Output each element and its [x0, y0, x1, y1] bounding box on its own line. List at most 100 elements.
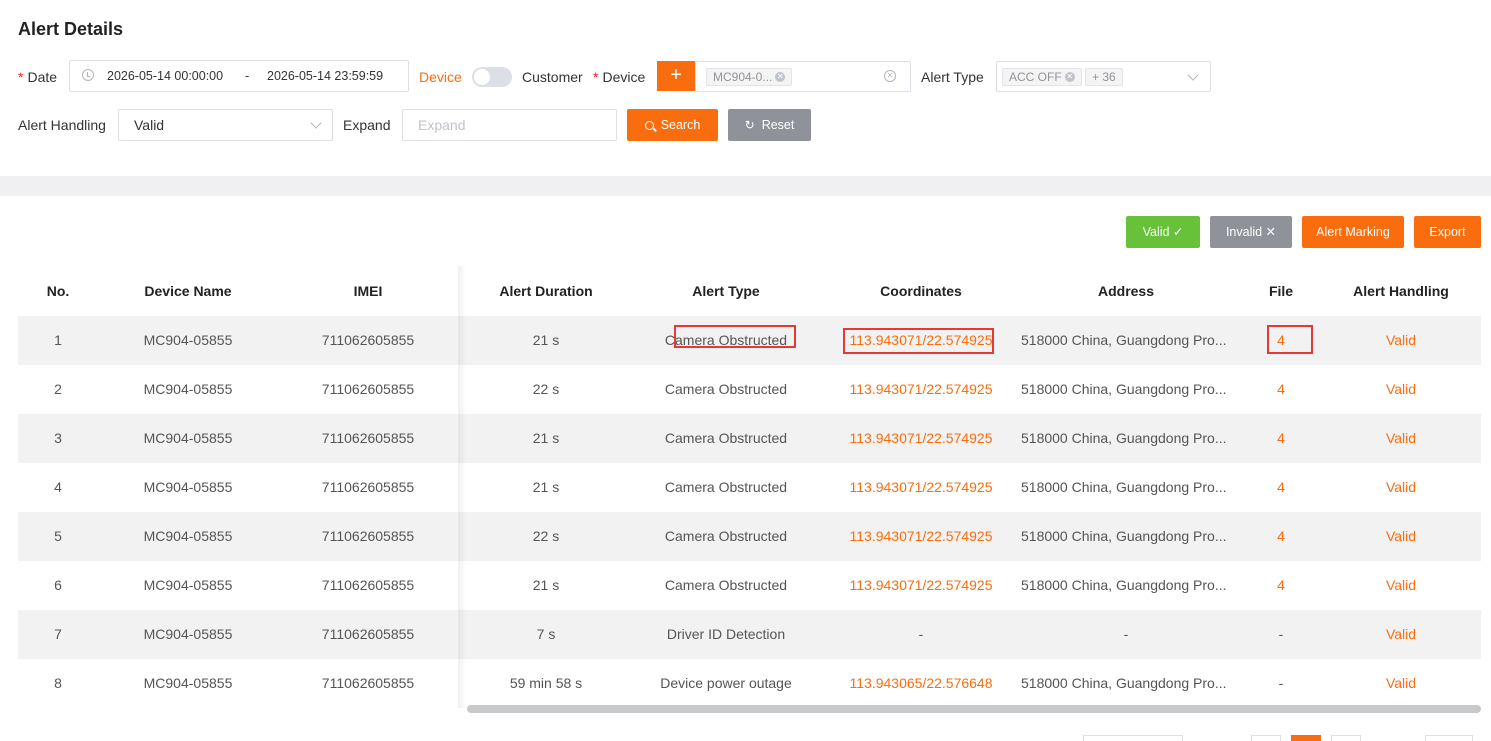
- page-size-select[interactable]: [1083, 735, 1183, 741]
- cell-coordinates[interactable]: 113.943071/22.574925: [841, 479, 1001, 495]
- page-jump-input[interactable]: [1425, 735, 1473, 741]
- cell-imei: 711062605855: [321, 479, 415, 495]
- device-select[interactable]: MC904-0... ✕ ✕: [695, 61, 911, 92]
- alert-marking-button[interactable]: Alert Marking: [1302, 216, 1404, 248]
- remove-tag-icon[interactable]: ✕: [1064, 71, 1075, 82]
- search-button[interactable]: Search: [627, 109, 718, 141]
- highlight-box: [674, 325, 796, 348]
- cell-imei: 711062605855: [321, 577, 415, 593]
- reset-button[interactable]: ↻ Reset: [728, 109, 811, 141]
- table-row[interactable]: 6 MC904-05855 711062605855 21 s Camera Obstr…: [18, 561, 1481, 610]
- page-button[interactable]: [1331, 735, 1361, 741]
- expand-label: Expand: [343, 117, 391, 133]
- column-header: IMEI: [353, 283, 383, 299]
- horizontal-scrollbar[interactable]: [467, 705, 1481, 713]
- cell-coordinates[interactable]: 113.943065/22.576648: [841, 675, 1001, 691]
- cell-file[interactable]: 4: [1241, 577, 1321, 593]
- refresh-icon: ↻: [744, 118, 755, 132]
- date-end[interactable]: 2026-05-14 23:59:59: [267, 69, 383, 83]
- cell-alert-handling[interactable]: Valid: [1341, 675, 1461, 691]
- expand-input[interactable]: Expand: [402, 109, 617, 141]
- column-header: File: [1268, 283, 1294, 299]
- cell-alert-handling[interactable]: Valid: [1341, 577, 1461, 593]
- column-header: Device Name: [144, 283, 232, 299]
- fixed-column-shadow: [458, 266, 466, 708]
- cell-address: 518000 China, Guangdong Pro...: [1021, 430, 1227, 446]
- alert-type-select[interactable]: ACC OFF ✕ + 36: [996, 61, 1211, 92]
- cell-alert-handling[interactable]: Valid: [1341, 430, 1461, 446]
- cell-coordinates: -: [918, 626, 924, 642]
- cell-alert-duration: 59 min 58 s: [509, 675, 583, 691]
- date-range-picker[interactable]: 2026-05-14 00:00:00 - 2026-05-14 23:59:5…: [69, 60, 409, 92]
- cell-alert-type: Camera Obstructed: [664, 479, 788, 495]
- cell-no: 8: [54, 675, 62, 691]
- device-tag: MC904-0... ✕: [706, 68, 793, 86]
- cell-no: 1: [54, 332, 62, 348]
- alert-type-tag: ACC OFF ✕: [1002, 68, 1082, 86]
- export-button[interactable]: Export: [1414, 216, 1481, 248]
- alert-handling-select[interactable]: Valid: [118, 109, 333, 141]
- filter-panel: Alert Details Date 2026-05-14 00:00:00 -…: [0, 0, 1491, 176]
- cell-coordinates[interactable]: 113.943071/22.574925: [841, 528, 1001, 544]
- cell-coordinates[interactable]: 113.943071/22.574925: [841, 381, 1001, 397]
- column-header: Alert Duration: [499, 283, 593, 299]
- cell-file[interactable]: 4: [1241, 381, 1321, 397]
- cell-device-name: MC904-05855: [143, 381, 233, 397]
- cell-file[interactable]: 4: [1241, 528, 1321, 544]
- cell-file[interactable]: 4: [1241, 479, 1321, 495]
- cell-no: 6: [54, 577, 62, 593]
- cell-alert-type: Device power outage: [660, 675, 792, 691]
- cell-alert-handling[interactable]: Valid: [1341, 332, 1461, 348]
- cell-coordinates[interactable]: 113.943071/22.574925: [841, 430, 1001, 446]
- chevron-down-icon: [1187, 69, 1199, 81]
- date-separator: -: [245, 69, 250, 83]
- table-row[interactable]: 8 MC904-05855 711062605855 59 min 58 s Devic…: [18, 659, 1481, 708]
- cell-file[interactable]: 4: [1241, 430, 1321, 446]
- cell-device-name: MC904-05855: [143, 626, 233, 642]
- cell-device-name: MC904-05855: [143, 332, 233, 348]
- highlight-box: [843, 328, 994, 354]
- cell-imei: 711062605855: [321, 675, 415, 691]
- table-row[interactable]: 4 MC904-05855 711062605855 21 s Camera Obstr…: [18, 463, 1481, 512]
- alert-type-label: Alert Type: [921, 69, 984, 85]
- cell-device-name: MC904-05855: [143, 430, 233, 446]
- add-device-button[interactable]: +: [657, 61, 695, 91]
- cell-device-name: MC904-05855: [143, 528, 233, 544]
- mark-valid-button[interactable]: Valid ✓: [1126, 216, 1200, 248]
- table-row[interactable]: 2 MC904-05855 711062605855 22 s Camera Obstr…: [18, 365, 1481, 414]
- cell-alert-type: Camera Obstructed: [664, 381, 788, 397]
- toggle-device-label[interactable]: Device: [419, 69, 462, 85]
- cell-alert-handling[interactable]: Valid: [1341, 626, 1461, 642]
- clear-icon[interactable]: ✕: [884, 70, 896, 82]
- cell-device-name: MC904-05855: [143, 577, 233, 593]
- column-header: No.: [46, 283, 70, 299]
- alert-type-more-tag: + 36: [1085, 68, 1123, 86]
- table-header: No. Device Name IMEI Alert Duration Aler…: [18, 266, 1481, 316]
- highlight-box: [1267, 325, 1313, 354]
- cell-alert-handling[interactable]: Valid: [1341, 381, 1461, 397]
- column-header: Alert Handling: [1353, 283, 1449, 299]
- cell-alert-handling[interactable]: Valid: [1341, 479, 1461, 495]
- table-row[interactable]: 7 MC904-05855 711062605855 7 s Driver ID Det…: [18, 610, 1481, 659]
- remove-tag-icon[interactable]: ✕: [775, 71, 786, 82]
- cell-address: 518000 China, Guangdong Pro...: [1021, 479, 1227, 495]
- cell-alert-duration: 21 s: [532, 332, 560, 348]
- mark-invalid-button[interactable]: Invalid ✕: [1210, 216, 1292, 248]
- table-row[interactable]: 3 MC904-05855 711062605855 21 s Camera Obstr…: [18, 414, 1481, 463]
- chevron-down-icon: [310, 117, 322, 129]
- current-page-button[interactable]: [1291, 735, 1321, 741]
- cell-coordinates[interactable]: 113.943071/22.574925: [841, 577, 1001, 593]
- cell-alert-duration: 7 s: [536, 626, 556, 642]
- alert-handling-value: Valid: [134, 117, 165, 133]
- table-row[interactable]: 5 MC904-05855 711062605855 22 s Camera Obstr…: [18, 512, 1481, 561]
- prev-page-button[interactable]: [1251, 735, 1281, 741]
- cell-imei: 711062605855: [321, 626, 415, 642]
- cell-imei: 711062605855: [321, 430, 415, 446]
- cell-alert-duration: 21 s: [532, 479, 560, 495]
- cell-alert-handling[interactable]: Valid: [1341, 528, 1461, 544]
- device-customer-toggle[interactable]: [472, 67, 512, 87]
- date-start[interactable]: 2026-05-14 00:00:00: [107, 69, 223, 83]
- toggle-customer-label[interactable]: Customer: [522, 69, 583, 85]
- cell-alert-type: Camera Obstructed: [664, 528, 788, 544]
- cell-alert-duration: 22 s: [532, 381, 560, 397]
